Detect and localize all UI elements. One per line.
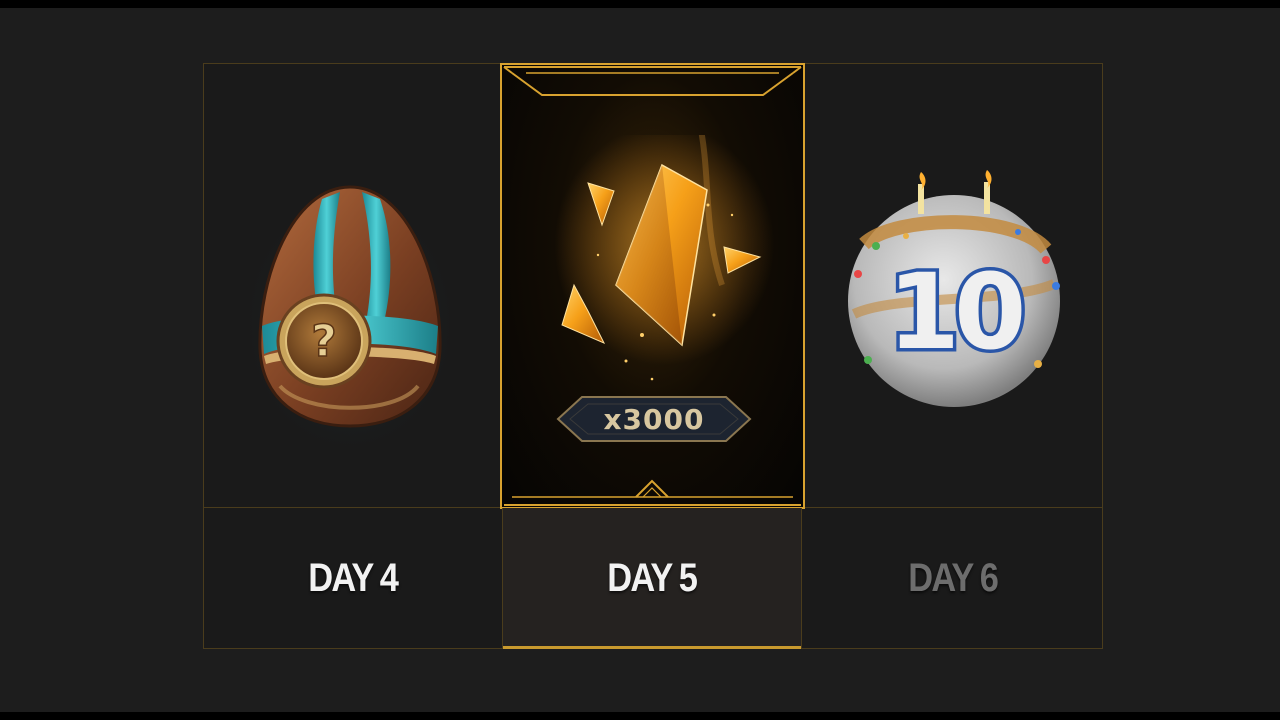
cake-number: 10 — [888, 251, 1022, 373]
quantity-label: x3000 — [603, 402, 705, 436]
reward-card-day-6[interactable]: 10 — [806, 64, 1104, 507]
quantity-badge: x3000 — [554, 391, 754, 447]
letterbox-top — [0, 0, 1280, 8]
gold-frame-top-trim — [503, 66, 802, 96]
letterbox-bottom — [0, 712, 1280, 720]
amber-crystal-icon — [554, 135, 774, 381]
svg-text:?: ? — [311, 316, 337, 367]
day-label: DAY 5 — [607, 555, 699, 600]
daily-rewards-screen: ? x3000 10 DAY 4 DAY 5 DAY 6 — [0, 0, 1280, 720]
day-tab-5[interactable]: DAY 5 — [502, 508, 802, 649]
day-label: DAY 6 — [908, 555, 1000, 600]
mystery-egg-icon: ? — [235, 169, 465, 449]
reward-card-day-5[interactable]: x3000 — [500, 63, 805, 509]
day-tab-6[interactable]: DAY 6 — [804, 508, 1102, 648]
reward-card-day-4[interactable]: ? — [204, 64, 502, 507]
day-label: DAY 4 — [308, 555, 400, 600]
anniversary-cake-icon: 10 — [848, 170, 1060, 407]
day-tab-4[interactable]: DAY 4 — [204, 508, 502, 648]
gold-frame-bottom-trim — [504, 479, 801, 506]
